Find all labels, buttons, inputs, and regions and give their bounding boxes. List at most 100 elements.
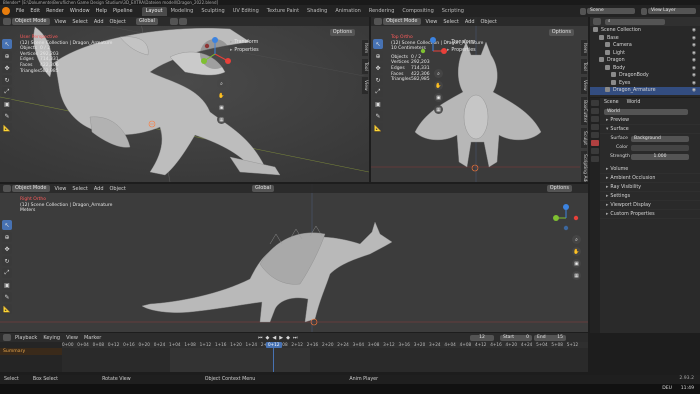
select-tool-icon[interactable]: ↖ [373,39,383,49]
mode-selector[interactable]: Object Mode [12,18,50,25]
editor-type-icon[interactable] [593,18,601,25]
section-preview[interactable]: ▸ Preview [600,116,700,125]
next-key-icon[interactable]: ◆ [286,335,290,341]
visibility-eye-icon[interactable]: ◉ [692,72,696,80]
editor-type-icon[interactable] [3,334,11,341]
tab-rendering[interactable]: Rendering [365,7,399,16]
scene-selector-icon[interactable] [580,7,586,15]
world-datablock-field[interactable]: World [604,109,688,115]
tab-shading[interactable]: Shading [303,7,331,16]
annotate-tool-icon[interactable]: ✎ [2,111,12,121]
camera-view-icon[interactable]: ▣ [572,259,581,268]
end-frame-field[interactable]: End 15 [534,334,566,341]
summary-channel[interactable]: Summary [0,348,62,355]
menu-keying[interactable]: Keying [40,335,63,341]
view-layer-tab-icon[interactable] [591,124,599,130]
cursor-tool-icon[interactable]: ⊕ [2,232,12,242]
object-tab-icon[interactable] [591,148,599,154]
tab-uv-editing[interactable]: UV Editing [229,7,263,16]
outliner-row[interactable]: Light ◉ [590,49,700,58]
menu-help[interactable]: Help [93,8,110,14]
visibility-eye-icon[interactable]: ◉ [692,65,696,73]
timeline-body[interactable]: Summary 0+00 0+04 0+08 0+12 0+16 0+20 0+24 1+04… [0,342,588,372]
menu-view[interactable]: View [63,335,81,341]
tab-tool[interactable]: Tool [361,58,369,75]
visibility-eye-icon[interactable]: ◉ [692,80,696,88]
tab-view[interactable]: View [580,76,588,95]
popover-transform[interactable]: ▸ Transform [447,39,476,47]
measure-tool-icon[interactable]: 📐 [2,304,12,314]
rotate-tool-icon[interactable]: ↻ [2,256,12,266]
rotate-tool-icon[interactable]: ↻ [2,75,12,85]
outliner-row[interactable]: Camera ◉ [590,42,700,50]
section-viewport-display[interactable]: ▸ Viewport Display [600,201,700,210]
strength-field[interactable]: 1.000 [631,153,689,160]
render-tab-icon[interactable] [591,108,599,114]
outliner-row[interactable]: Body ◉ [590,64,700,73]
camera-view-icon[interactable]: ▣ [217,103,226,112]
viewport-top-right[interactable]: Object Mode View Select Add Object Top O… [371,17,588,182]
editor-type-icon[interactable] [374,18,382,25]
select-tool-icon[interactable]: ↖ [2,220,12,230]
section-custom-properties[interactable]: ▸ Custom Properties [600,210,700,219]
visibility-eye-icon[interactable]: ◉ [692,87,696,95]
play-reverse-icon[interactable]: ◀ [272,335,276,341]
pan-hand-icon[interactable]: ✋ [434,81,443,90]
options-button[interactable]: Options [548,29,574,36]
mode-selector[interactable]: Object Mode [12,185,50,192]
mode-selector[interactable]: Object Mode [383,18,421,25]
color-swatch[interactable] [631,144,689,151]
cursor-tool-icon[interactable]: ⊕ [373,51,383,61]
menu-add[interactable]: Add [462,19,478,25]
transform-tool-icon[interactable]: ▣ [2,99,12,109]
pan-hand-icon[interactable]: ✋ [217,91,226,100]
menu-add[interactable]: Add [91,19,107,25]
jump-start-icon[interactable]: ⏮ [258,335,263,341]
tab-animation[interactable]: Animation [331,7,365,16]
editor-type-icon[interactable] [3,18,11,25]
outliner-search[interactable]: ⌕ [605,18,665,25]
move-tool-icon[interactable]: ✥ [2,63,12,73]
outliner-row[interactable]: Base ◉ [590,34,700,43]
pan-hand-icon[interactable]: ✋ [572,247,581,256]
section-ray-visibility[interactable]: ▸ Ray Visibility [600,183,700,192]
orientation-selector[interactable]: Global [136,18,158,25]
move-tool-icon[interactable]: ✥ [373,63,383,73]
ortho-toggle-icon[interactable]: ▦ [217,115,226,124]
visibility-eye-icon[interactable]: ◉ [692,57,696,65]
output-tab-icon[interactable] [591,116,599,122]
surface-shader-field[interactable]: Background [631,135,689,142]
camera-view-icon[interactable]: ▣ [434,93,443,102]
jump-end-icon[interactable]: ⏭ [293,335,298,341]
section-settings[interactable]: ▸ Settings [600,192,700,201]
tool-tab-icon[interactable] [591,100,599,106]
menu-view[interactable]: View [423,19,441,25]
zoom-icon[interactable]: ⌕ [572,235,581,244]
menu-select[interactable]: Select [69,19,90,25]
menu-view[interactable]: View [52,19,70,25]
viewport-top-left[interactable]: Object Mode View Select Add Object Globa… [0,17,369,182]
menu-select[interactable]: Select [69,186,90,192]
tab-boxcutter[interactable]: BoxCutter [580,95,588,127]
tab-texture-paint[interactable]: Texture Paint [263,7,303,16]
section-ambient-occlusion[interactable]: ▸ Ambient Occlusion [600,174,700,183]
menu-window[interactable]: Window [67,8,93,14]
navigation-gizmo[interactable] [198,37,232,71]
tab-tool[interactable]: Tool [580,58,588,75]
menu-playback[interactable]: Playback [12,335,40,341]
tab-item[interactable]: Item [361,39,369,58]
play-icon[interactable]: ▶ [279,335,283,341]
section-surface[interactable]: ▾ Surface [600,125,700,134]
editor-type-icon[interactable] [3,185,11,192]
prev-key-icon[interactable]: ◆ [266,335,270,341]
popover-transform[interactable]: ▸ Transform [230,39,259,47]
orientation-selector[interactable]: Global [252,185,274,192]
scale-tool-icon[interactable]: ⤢ [373,87,383,97]
menu-select[interactable]: Select [440,19,461,25]
proportional-edit-icon[interactable] [179,18,187,25]
current-frame-field[interactable]: 12 [470,334,494,341]
start-frame-field[interactable]: Start 0 [500,334,532,341]
scale-tool-icon[interactable]: ⤢ [2,268,12,278]
menu-marker[interactable]: Marker [81,335,104,341]
outliner-row[interactable]: Dragon_Armature ◉ [590,87,700,95]
